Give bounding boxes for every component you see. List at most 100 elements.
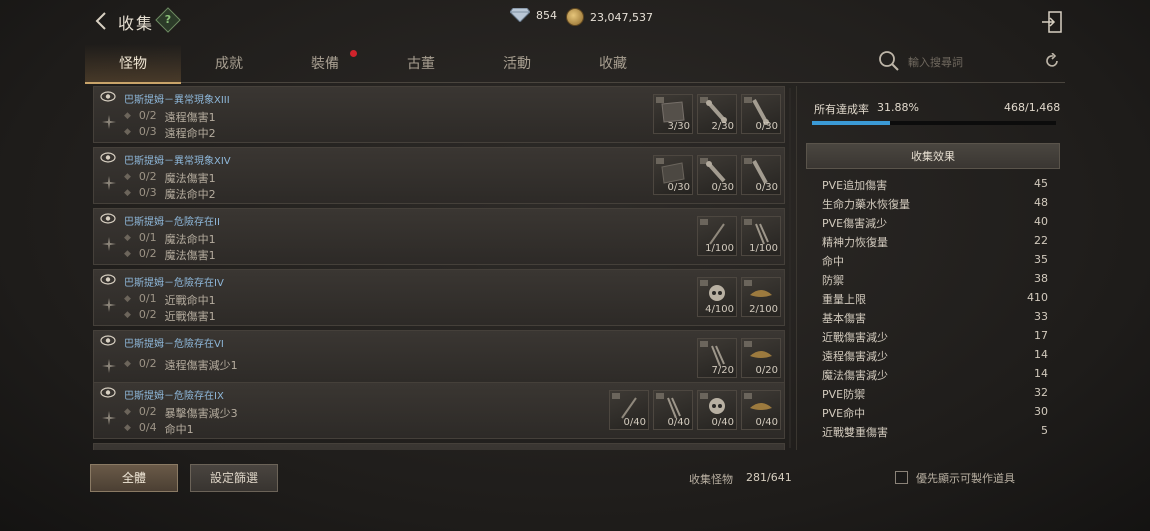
item-slot[interactable]: 4/100 bbox=[697, 277, 737, 317]
collection-row[interactable]: 巴斯提姆－危險存在VI ◆ 0/2 遠程傷害減少1 7/20 0/20 bbox=[93, 330, 785, 387]
effect-row: 近戰傷害減少 17 bbox=[822, 329, 1048, 347]
craftable-priority-checkbox[interactable] bbox=[895, 471, 908, 484]
effect-value: 5 bbox=[1041, 424, 1048, 437]
effect-value: 32 bbox=[1034, 386, 1048, 399]
sparkle-icon bbox=[102, 359, 116, 373]
item-slot[interactable]: 2/100 bbox=[741, 277, 781, 317]
eye-icon[interactable] bbox=[100, 335, 116, 346]
exit-icon[interactable] bbox=[1042, 11, 1062, 33]
effect-row: PVE追加傷害 45 bbox=[822, 177, 1048, 195]
effect-name: 魔法傷害減少 bbox=[822, 369, 888, 382]
tab-achievements[interactable]: 成就 bbox=[181, 44, 277, 82]
gold-coin-icon bbox=[566, 8, 584, 26]
gold-count: 23,047,537 bbox=[590, 10, 653, 24]
effects-header: 收集效果 bbox=[806, 143, 1060, 169]
sparkle-icon bbox=[102, 176, 116, 190]
eye-icon[interactable] bbox=[100, 213, 116, 224]
eye-icon[interactable] bbox=[100, 91, 116, 102]
item-slot[interactable]: 0/30 bbox=[697, 155, 737, 195]
effect-value: 14 bbox=[1034, 367, 1048, 380]
effect-row: 生命力藥水恢復量 48 bbox=[822, 196, 1048, 214]
item-slot[interactable]: 0/40 bbox=[653, 390, 693, 430]
item-slot[interactable]: 0/30 bbox=[741, 94, 781, 134]
sparkle-icon bbox=[102, 298, 116, 312]
collected-monsters-label: 收集怪物 bbox=[689, 473, 733, 486]
craftable-priority-label[interactable]: 優先顯示可製作道具 bbox=[916, 470, 1015, 486]
effect-name: 防禦 bbox=[822, 274, 844, 287]
stat-line: ◆ 0/2 遠程傷害1 bbox=[124, 109, 216, 124]
effect-row: 遠程傷害減少 14 bbox=[822, 348, 1048, 366]
effect-value: 48 bbox=[1034, 196, 1048, 209]
tab-monsters[interactable]: 怪物 bbox=[85, 44, 181, 84]
collection-row[interactable]: 巴斯提姆－異常現象XIV ◆ 0/2 魔法傷害1 ◆ 0/3 魔法命中2 0/30 0/… bbox=[93, 147, 785, 204]
collection-row[interactable]: 巴斯提姆－異常現象XIII ◆ 0/2 遠程傷害1 ◆ 0/3 遠程命中2 3/30 2… bbox=[93, 86, 785, 143]
stat-line: ◆ 0/4 命中1 bbox=[124, 421, 194, 436]
tab-equipment[interactable]: 裝備 bbox=[277, 44, 373, 82]
collection-row[interactable]: 巴斯提姆－危險存在II ◆ 0/1 魔法命中1 ◆ 0/2 魔法傷害1 1/100 1/… bbox=[93, 208, 785, 265]
effect-name: 基本傷害 bbox=[822, 312, 866, 325]
item-slot[interactable]: 0/20 bbox=[741, 338, 781, 378]
row-title: 巴斯提姆－危險存在IV bbox=[124, 278, 224, 289]
back-arrow-icon[interactable] bbox=[92, 11, 112, 31]
effect-row: 基本傷害 33 bbox=[822, 310, 1048, 328]
effect-row: 魔法傷害減少 14 bbox=[822, 367, 1048, 385]
collection-row[interactable] bbox=[93, 443, 785, 450]
effect-row: PVE命中 30 bbox=[822, 405, 1048, 423]
tab-antiques[interactable]: 古董 bbox=[373, 44, 469, 82]
effect-row: PVE傷害減少 40 bbox=[822, 215, 1048, 233]
eye-icon[interactable] bbox=[100, 152, 116, 163]
effect-name: PVE命中 bbox=[822, 407, 866, 420]
item-slot[interactable]: 0/40 bbox=[697, 390, 737, 430]
sparkle-icon bbox=[102, 115, 116, 129]
all-button[interactable]: 全體 bbox=[90, 464, 178, 492]
list-scrollbar[interactable] bbox=[789, 88, 791, 448]
effects-list[interactable]: PVE追加傷害 45 生命力藥水恢復量 48 PVE傷害減少 40 精神力恢復量 22 命中 35… bbox=[806, 176, 1060, 448]
diamond-count: 854 bbox=[536, 8, 557, 22]
search-box bbox=[878, 50, 1064, 74]
effect-value: 35 bbox=[1034, 253, 1048, 266]
stat-line: ◆ 0/2 魔法傷害1 bbox=[124, 247, 216, 262]
effect-row: 防禦 38 bbox=[822, 272, 1048, 290]
collection-row[interactable]: 巴斯提姆－危險存在IV ◆ 0/1 近戰命中1 ◆ 0/2 近戰傷害1 4/100 2/… bbox=[93, 269, 785, 326]
tab-favorites[interactable]: 收藏 bbox=[565, 44, 661, 82]
eye-icon[interactable] bbox=[100, 387, 116, 398]
effect-value: 45 bbox=[1034, 177, 1048, 190]
completion-percent: 31.88% bbox=[877, 101, 919, 114]
item-slot[interactable]: 0/40 bbox=[741, 390, 781, 430]
search-icon[interactable] bbox=[878, 50, 900, 72]
effect-row: PVE防禦 32 bbox=[822, 386, 1048, 404]
sparkle-icon bbox=[102, 411, 116, 425]
tab-events[interactable]: 活動 bbox=[469, 44, 565, 82]
effect-name: PVE追加傷害 bbox=[822, 179, 888, 192]
search-input[interactable] bbox=[906, 52, 1040, 72]
help-icon[interactable]: ? bbox=[155, 7, 181, 33]
effect-value: 410 bbox=[1027, 291, 1048, 304]
effect-value: 38 bbox=[1034, 272, 1048, 285]
top-bar: 收集 ? 854 23,047,537 bbox=[0, 0, 1150, 42]
sparkle-icon bbox=[102, 237, 116, 251]
item-slot[interactable]: 0/40 bbox=[609, 390, 649, 430]
item-slot[interactable]: 2/30 bbox=[697, 94, 737, 134]
stat-line: ◆ 0/2 魔法傷害1 bbox=[124, 170, 216, 185]
item-slot[interactable]: 1/100 bbox=[741, 216, 781, 256]
effect-name: 近戰雙重傷害 bbox=[822, 426, 888, 439]
effect-name: 遠程傷害減少 bbox=[822, 350, 888, 363]
item-slot[interactable]: 7/20 bbox=[697, 338, 737, 378]
page-title: 收集 bbox=[118, 14, 155, 33]
effect-value: 14 bbox=[1034, 348, 1048, 361]
completion-progress-bar bbox=[812, 121, 1056, 125]
filter-settings-button[interactable]: 設定篩選 bbox=[190, 464, 278, 492]
effect-name: 生命力藥水恢復量 bbox=[822, 198, 910, 211]
item-slot[interactable]: 0/30 bbox=[741, 155, 781, 195]
collection-row[interactable]: 巴斯提姆－危險存在IX ◆ 0/2 暴擊傷害減少3 ◆ 0/4 命中1 0/40 0/4… bbox=[93, 382, 785, 439]
item-slot[interactable]: 0/30 bbox=[653, 155, 693, 195]
item-slot[interactable]: 1/100 bbox=[697, 216, 737, 256]
effect-name: PVE防禦 bbox=[822, 388, 866, 401]
item-slot[interactable]: 3/30 bbox=[653, 94, 693, 134]
stat-line: ◆ 0/1 魔法命中1 bbox=[124, 231, 216, 246]
completion-count: 468/1,468 bbox=[1004, 101, 1061, 114]
diamond-currency: 854 bbox=[510, 8, 557, 22]
refresh-icon[interactable] bbox=[1044, 53, 1060, 69]
eye-icon[interactable] bbox=[100, 274, 116, 285]
completion-label: 所有達成率 bbox=[814, 103, 869, 116]
